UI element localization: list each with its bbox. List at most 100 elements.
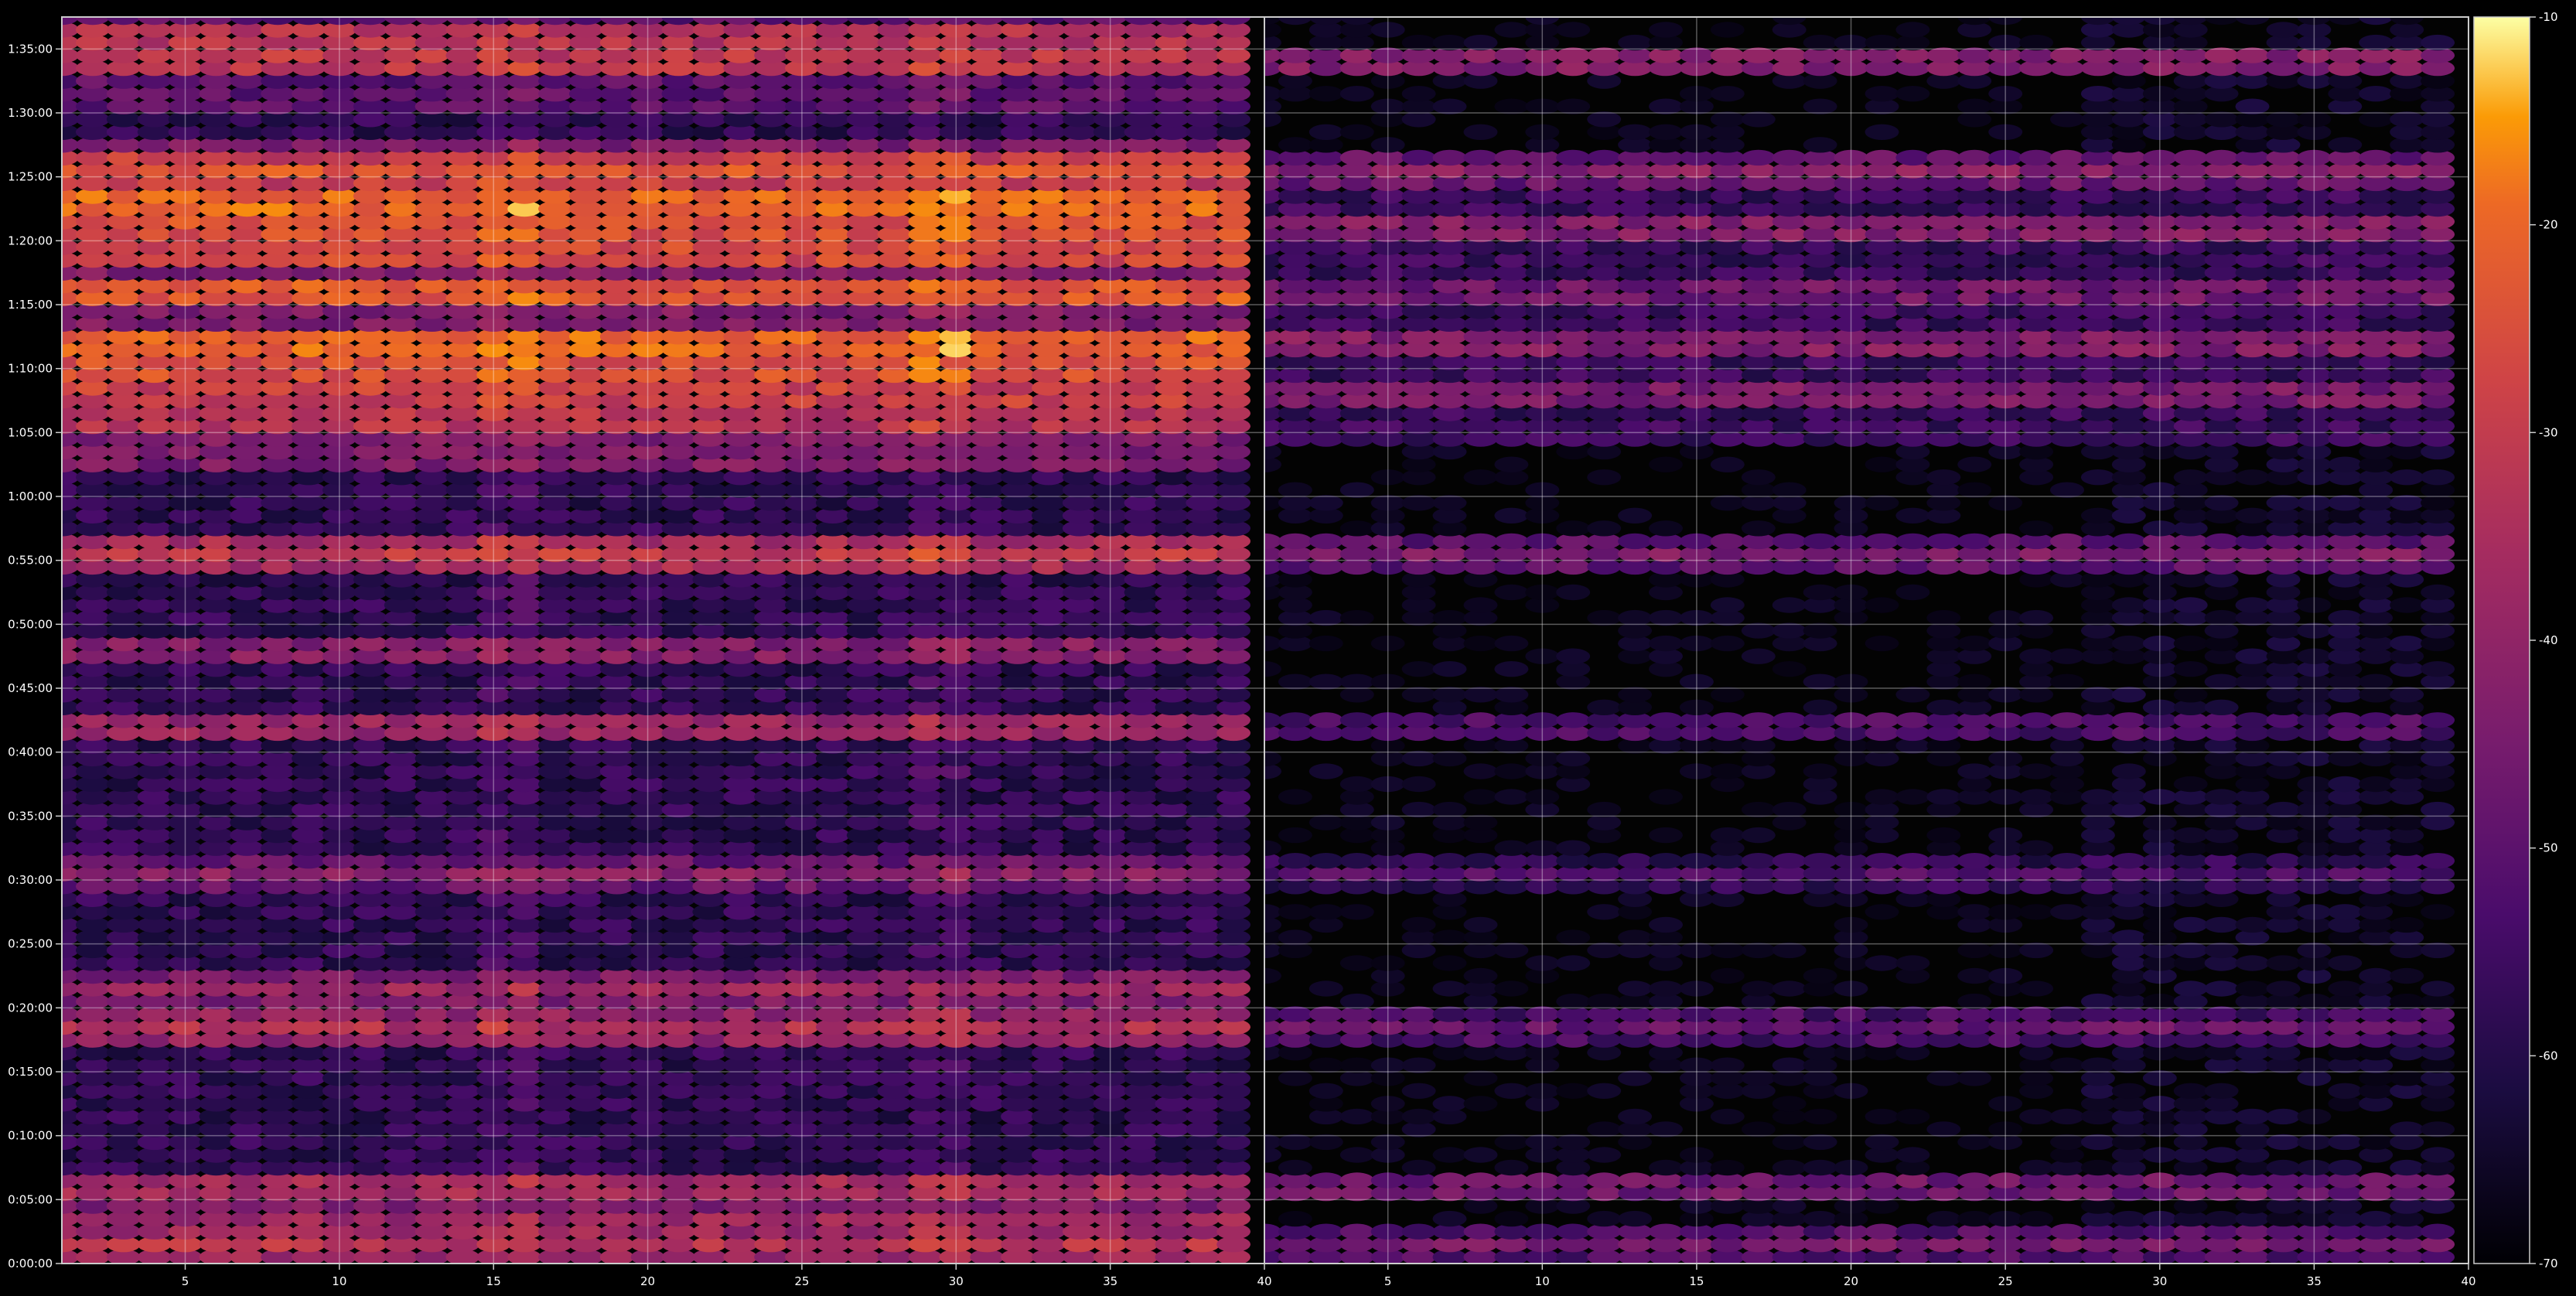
heatmap-cell xyxy=(1649,712,1683,728)
heatmap-cell xyxy=(1339,712,1374,728)
heatmap-cell xyxy=(1463,967,1498,984)
heatmap-cell xyxy=(1710,1223,1745,1240)
heatmap-cell xyxy=(1587,801,1622,818)
heatmap-cell xyxy=(1401,853,1436,869)
heatmap-cell xyxy=(1308,86,1343,102)
heatmap-cell xyxy=(1494,687,1529,703)
heatmap-cell xyxy=(1649,981,1683,997)
heatmap-cell xyxy=(1772,533,1807,550)
heatmap-cell xyxy=(1556,98,1591,114)
heatmap-cell xyxy=(1649,635,1683,652)
heatmap-cell xyxy=(1308,1172,1343,1189)
heatmap-cell xyxy=(1401,1108,1436,1125)
heatmap-cell xyxy=(1308,533,1343,550)
heatmap-cell xyxy=(1649,1223,1683,1240)
heatmap-cell xyxy=(1432,609,1467,626)
heatmap-cell xyxy=(1710,495,1745,511)
heatmap-cell xyxy=(1649,520,1683,537)
heatmap-cell xyxy=(1401,776,1436,793)
heatmap-cell xyxy=(1339,149,1374,166)
heatmap-cell xyxy=(1741,942,1776,959)
heatmap-cell xyxy=(1772,622,1807,639)
heatmap-cell xyxy=(1803,1210,1837,1227)
heatmap-cell xyxy=(1432,853,1467,869)
heatmap-cell xyxy=(1308,1083,1343,1100)
heatmap-cell xyxy=(1556,1223,1591,1240)
heatmap-cell xyxy=(1710,1159,1745,1176)
heatmap-cell xyxy=(1803,1108,1837,1125)
heatmap-cell xyxy=(1741,47,1776,63)
heatmap-cell xyxy=(1587,111,1622,128)
heatmap-cell xyxy=(1494,635,1529,652)
heatmap-cell xyxy=(1587,1147,1622,1163)
heatmap-cell xyxy=(1587,469,1622,486)
heatmap-cell xyxy=(1649,609,1683,626)
heatmap-cell xyxy=(1463,763,1498,779)
heatmap-cell xyxy=(1308,814,1343,830)
heatmap-cell xyxy=(1741,469,1776,486)
heatmap-cell xyxy=(1463,916,1498,933)
heatmap-cell xyxy=(1741,1172,1776,1189)
heatmap-cell xyxy=(1278,1070,1312,1086)
heatmap-cell xyxy=(1494,1083,1529,1100)
heatmap-cell xyxy=(1278,1159,1312,1176)
heatmap-cell xyxy=(1618,853,1653,869)
heatmap-cell xyxy=(1741,1070,1776,1086)
heatmap-cell xyxy=(1710,47,1745,63)
heatmap-cell xyxy=(1710,1108,1745,1125)
heatmap-cell xyxy=(1432,1172,1467,1189)
heatmap-cell xyxy=(1710,456,1745,472)
heatmap-cell xyxy=(1741,1121,1776,1137)
heatmap-cell xyxy=(1308,763,1343,779)
heatmap-cell xyxy=(1494,22,1529,38)
heatmap-cell xyxy=(1463,687,1498,703)
heatmap-cell xyxy=(1587,47,1622,63)
heatmap-cell xyxy=(1494,763,1529,779)
heatmap-cell xyxy=(1710,763,1745,779)
heatmap-cell xyxy=(1556,22,1591,38)
heatmap-cell xyxy=(1772,1006,1807,1022)
heatmap-cell xyxy=(1401,661,1436,677)
heatmap-cell xyxy=(1649,1159,1683,1176)
heatmap-cell xyxy=(1556,712,1591,728)
heatmap-cell xyxy=(1556,929,1591,946)
heatmap-cell xyxy=(1772,981,1807,997)
heatmap-cell xyxy=(1432,661,1467,677)
heatmap-cell xyxy=(1463,1070,1498,1086)
heatmap-cell xyxy=(1710,22,1745,38)
heatmap-cell xyxy=(1772,482,1807,498)
heatmap-cell xyxy=(1401,801,1436,818)
heatmap-cell xyxy=(1278,789,1312,805)
heatmap-cell xyxy=(1308,981,1343,997)
heatmap-cell xyxy=(1556,955,1591,971)
heatmap-cell xyxy=(1494,456,1529,472)
heatmap-cell xyxy=(1556,840,1591,856)
heatmap-cell xyxy=(1618,609,1653,626)
heatmap-cell xyxy=(1494,584,1529,601)
heatmap-cell xyxy=(1556,750,1591,767)
heatmap-cell xyxy=(1649,456,1683,472)
heatmap-cell xyxy=(1710,712,1745,728)
heatmap-cell xyxy=(1587,1172,1622,1189)
heatmap-cell xyxy=(1432,34,1467,51)
heatmap-cell xyxy=(1556,648,1591,664)
heatmap-cell xyxy=(1772,801,1807,818)
heatmap-cell xyxy=(1432,149,1467,166)
heatmap-cell xyxy=(1710,635,1745,652)
heatmap-cell xyxy=(1741,981,1776,997)
heatmap-cell xyxy=(1649,827,1683,844)
heatmap-cell xyxy=(1463,789,1498,805)
chart-svg: 0:00:000:05:000:10:000:15:000:20:000:25:… xyxy=(8,10,2557,1288)
heatmap-cell xyxy=(1803,1134,1837,1151)
heatmap-cell xyxy=(1432,801,1467,818)
heatmap-cell xyxy=(1463,1172,1498,1189)
heatmap-cell xyxy=(1618,34,1653,51)
heatmap-cell xyxy=(1401,86,1436,102)
heatmap-cell xyxy=(1587,1210,1622,1227)
heatmap-cell xyxy=(1587,149,1622,166)
heatmap-cell xyxy=(1772,942,1807,959)
heatmap-cell xyxy=(1432,1006,1467,1022)
heatmap-cell xyxy=(1649,124,1683,140)
heatmap-cell xyxy=(1339,86,1374,102)
heatmap-cell xyxy=(1649,789,1683,805)
